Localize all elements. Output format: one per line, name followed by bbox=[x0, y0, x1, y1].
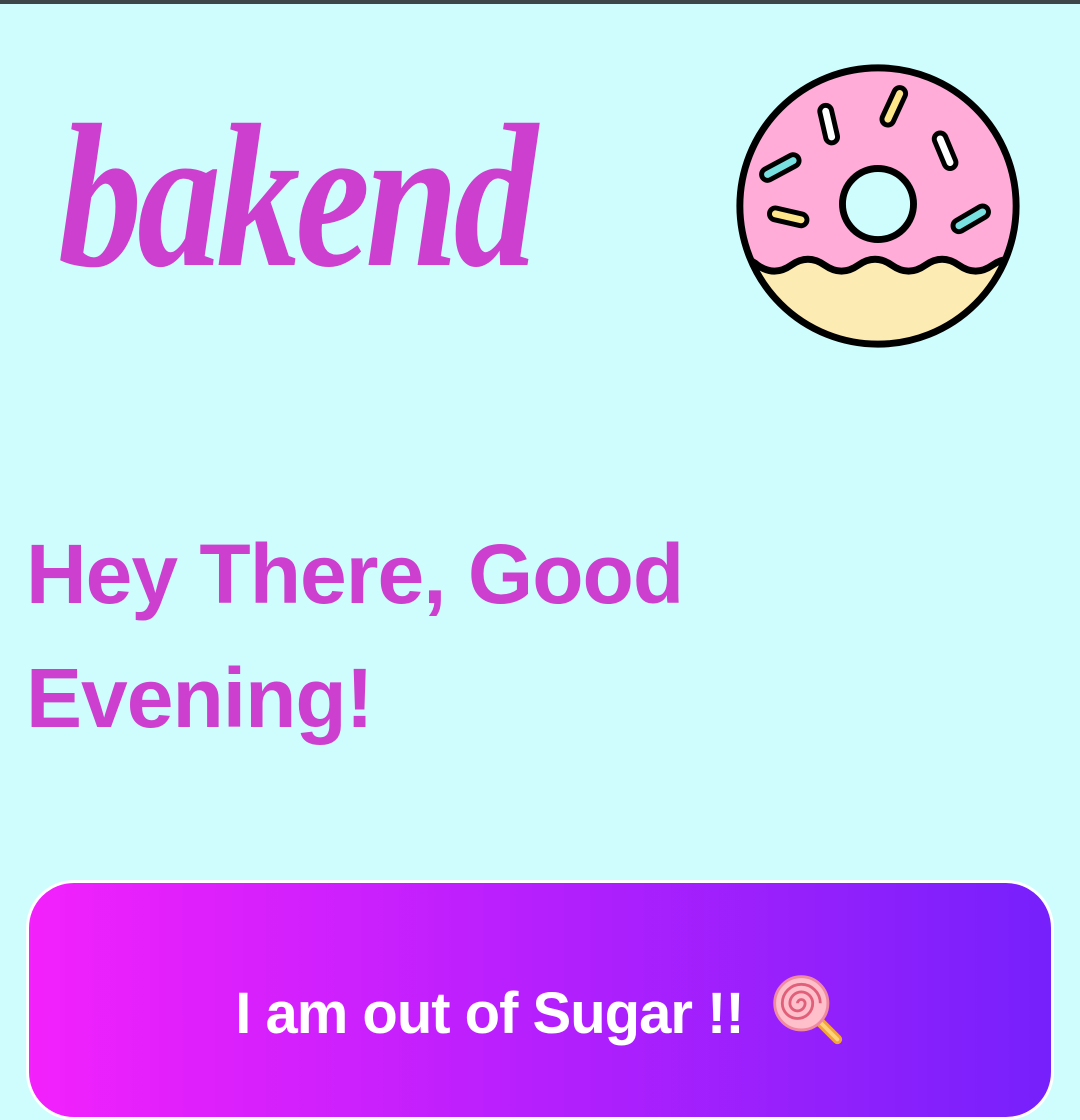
out-of-sugar-label: I am out of Sugar !! bbox=[29, 971, 1051, 1047]
out-of-sugar-text: I am out of Sugar !! bbox=[235, 981, 744, 1046]
greeting-heading: Hey There, Good Evening! bbox=[26, 527, 684, 745]
donut-icon bbox=[736, 64, 1020, 348]
brand-logo: bakend bbox=[58, 83, 538, 310]
status-bar-edge bbox=[0, 0, 1080, 4]
out-of-sugar-button[interactable]: I am out of Sugar !! bbox=[26, 880, 1054, 1120]
lollipop-icon bbox=[773, 975, 842, 1045]
